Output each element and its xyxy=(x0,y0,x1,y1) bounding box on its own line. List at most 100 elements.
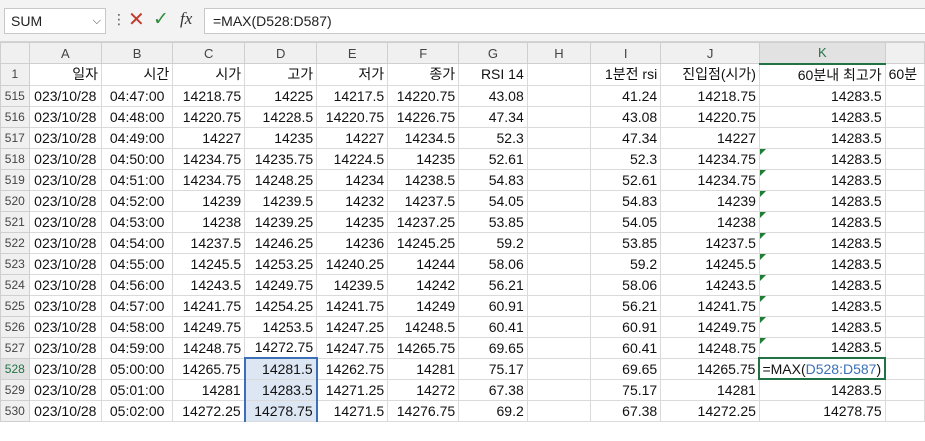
cell[interactable]: 14283.5 xyxy=(758,210,886,233)
cell[interactable]: 14272.25 xyxy=(660,399,760,422)
cell[interactable] xyxy=(526,105,592,128)
cell[interactable]: 59.2 xyxy=(458,231,528,254)
cell[interactable]: 60.91 xyxy=(590,315,662,338)
cell[interactable]: 14283.5 xyxy=(758,105,886,128)
cell[interactable] xyxy=(526,189,592,212)
row-header[interactable]: 527 xyxy=(0,336,30,359)
cell[interactable]: 14236 xyxy=(316,231,389,254)
cell[interactable]: 04:47:00 xyxy=(101,84,174,107)
cell[interactable]: 023/10/28 xyxy=(28,168,103,191)
header-cell[interactable]: 60분 xyxy=(884,63,925,86)
row-header[interactable]: 518 xyxy=(0,147,30,170)
cell[interactable]: 14238 xyxy=(172,210,246,233)
cell[interactable]: 14235 xyxy=(244,126,318,149)
row-header[interactable]: 525 xyxy=(0,294,30,317)
cell[interactable]: 14283.5 xyxy=(758,168,886,191)
cell[interactable]: 14262.75 xyxy=(316,357,389,380)
cell[interactable]: 04:50:00 xyxy=(101,147,174,170)
cell[interactable]: 53.85 xyxy=(590,231,662,254)
cell[interactable]: 04:54:00 xyxy=(101,231,174,254)
cell[interactable]: 14245.5 xyxy=(660,252,760,275)
header-cell[interactable]: 시간 xyxy=(101,63,174,86)
cell[interactable]: 14235 xyxy=(387,147,460,170)
cell[interactable]: 023/10/28 xyxy=(28,126,103,149)
cell[interactable]: 52.3 xyxy=(590,147,662,170)
cell[interactable] xyxy=(884,399,925,422)
cell[interactable]: 60.41 xyxy=(590,336,662,359)
select-all-corner[interactable] xyxy=(0,42,30,64)
column-header[interactable]: J xyxy=(660,42,760,64)
header-cell[interactable]: 60분내 최고가 xyxy=(758,63,886,86)
cell[interactable] xyxy=(884,294,925,317)
cell[interactable]: 14271.25 xyxy=(316,378,389,401)
cell[interactable]: 14283.5 xyxy=(758,84,886,107)
cell[interactable] xyxy=(884,105,925,128)
cell[interactable]: 14235 xyxy=(316,210,389,233)
cell[interactable]: 56.21 xyxy=(458,273,528,296)
header-cell[interactable]: 진입점(시가) xyxy=(660,63,760,86)
header-cell[interactable]: 시가 xyxy=(172,63,246,86)
cell[interactable]: 14281.5 xyxy=(243,357,318,380)
cell[interactable]: 05:01:00 xyxy=(101,378,174,401)
cell[interactable]: 75.17 xyxy=(458,357,528,380)
cell[interactable] xyxy=(526,84,592,107)
cell[interactable]: 14278.75 xyxy=(243,399,318,422)
cell[interactable]: 14220.75 xyxy=(316,105,389,128)
cell[interactable]: 14283.5 xyxy=(243,378,318,401)
cell[interactable] xyxy=(884,189,925,212)
cell[interactable]: 14241.75 xyxy=(172,294,246,317)
cell[interactable]: 14281 xyxy=(387,357,460,380)
cell[interactable]: 14283.5 xyxy=(758,189,886,212)
cell[interactable]: 54.05 xyxy=(590,210,662,233)
column-header[interactable]: F xyxy=(387,42,460,64)
column-header[interactable]: K xyxy=(758,42,886,65)
row-header[interactable]: 520 xyxy=(0,189,30,212)
cell[interactable]: 14265.75 xyxy=(172,357,246,380)
cell[interactable]: 14218.75 xyxy=(660,84,760,107)
cell[interactable]: 14248.75 xyxy=(172,336,246,359)
cell[interactable]: 14245.25 xyxy=(387,231,460,254)
cell[interactable] xyxy=(526,315,592,338)
row-header[interactable]: 519 xyxy=(0,168,30,191)
cell[interactable]: 67.38 xyxy=(590,399,662,422)
row-header[interactable]: 521 xyxy=(0,210,30,233)
cell[interactable]: 14243.5 xyxy=(172,273,246,296)
cell[interactable]: 14248.75 xyxy=(660,336,760,359)
row-header[interactable]: 523 xyxy=(0,252,30,275)
cell[interactable]: 14265.75 xyxy=(387,336,460,359)
cell[interactable]: 14220.75 xyxy=(387,84,460,107)
cell[interactable]: 023/10/28 xyxy=(28,231,103,254)
cell[interactable] xyxy=(526,126,592,149)
cell[interactable]: 14249.75 xyxy=(244,273,318,296)
header-cell[interactable]: RSI 14 xyxy=(458,63,528,86)
cell[interactable]: 14227 xyxy=(316,126,389,149)
cell[interactable]: 56.21 xyxy=(590,294,662,317)
cell[interactable]: 04:48:00 xyxy=(101,105,174,128)
cell[interactable]: 14234.5 xyxy=(387,126,460,149)
column-header[interactable]: E xyxy=(316,42,389,64)
cell[interactable] xyxy=(526,294,592,317)
cell[interactable]: 14239.5 xyxy=(316,273,389,296)
cell[interactable]: 04:59:00 xyxy=(101,336,174,359)
row-header[interactable]: 528 xyxy=(0,357,30,380)
cell[interactable]: 14272 xyxy=(387,378,460,401)
cell[interactable]: 14249.75 xyxy=(172,315,246,338)
cell[interactable]: 14237.5 xyxy=(660,231,760,254)
cell[interactable]: 023/10/28 xyxy=(28,84,103,107)
cell[interactable] xyxy=(884,357,925,380)
cell[interactable] xyxy=(884,84,925,107)
row-header[interactable]: 530 xyxy=(0,399,30,422)
cell[interactable]: 14246.25 xyxy=(244,231,318,254)
cell[interactable]: 69.65 xyxy=(590,357,662,380)
cell[interactable] xyxy=(884,378,925,401)
active-cell[interactable]: =MAX(D528:D587) xyxy=(758,357,887,380)
cell[interactable]: 14235.75 xyxy=(244,147,318,170)
row-header[interactable]: 526 xyxy=(0,315,30,338)
cell[interactable]: 14217.5 xyxy=(316,84,389,107)
row-header[interactable]: 524 xyxy=(0,273,30,296)
cell[interactable]: 14253.5 xyxy=(244,315,318,338)
cell[interactable]: 59.2 xyxy=(590,252,662,275)
formula-input[interactable]: =MAX(D528:D587) xyxy=(204,8,925,34)
cell[interactable]: 023/10/28 xyxy=(28,189,103,212)
cell[interactable]: 023/10/28 xyxy=(28,378,103,401)
